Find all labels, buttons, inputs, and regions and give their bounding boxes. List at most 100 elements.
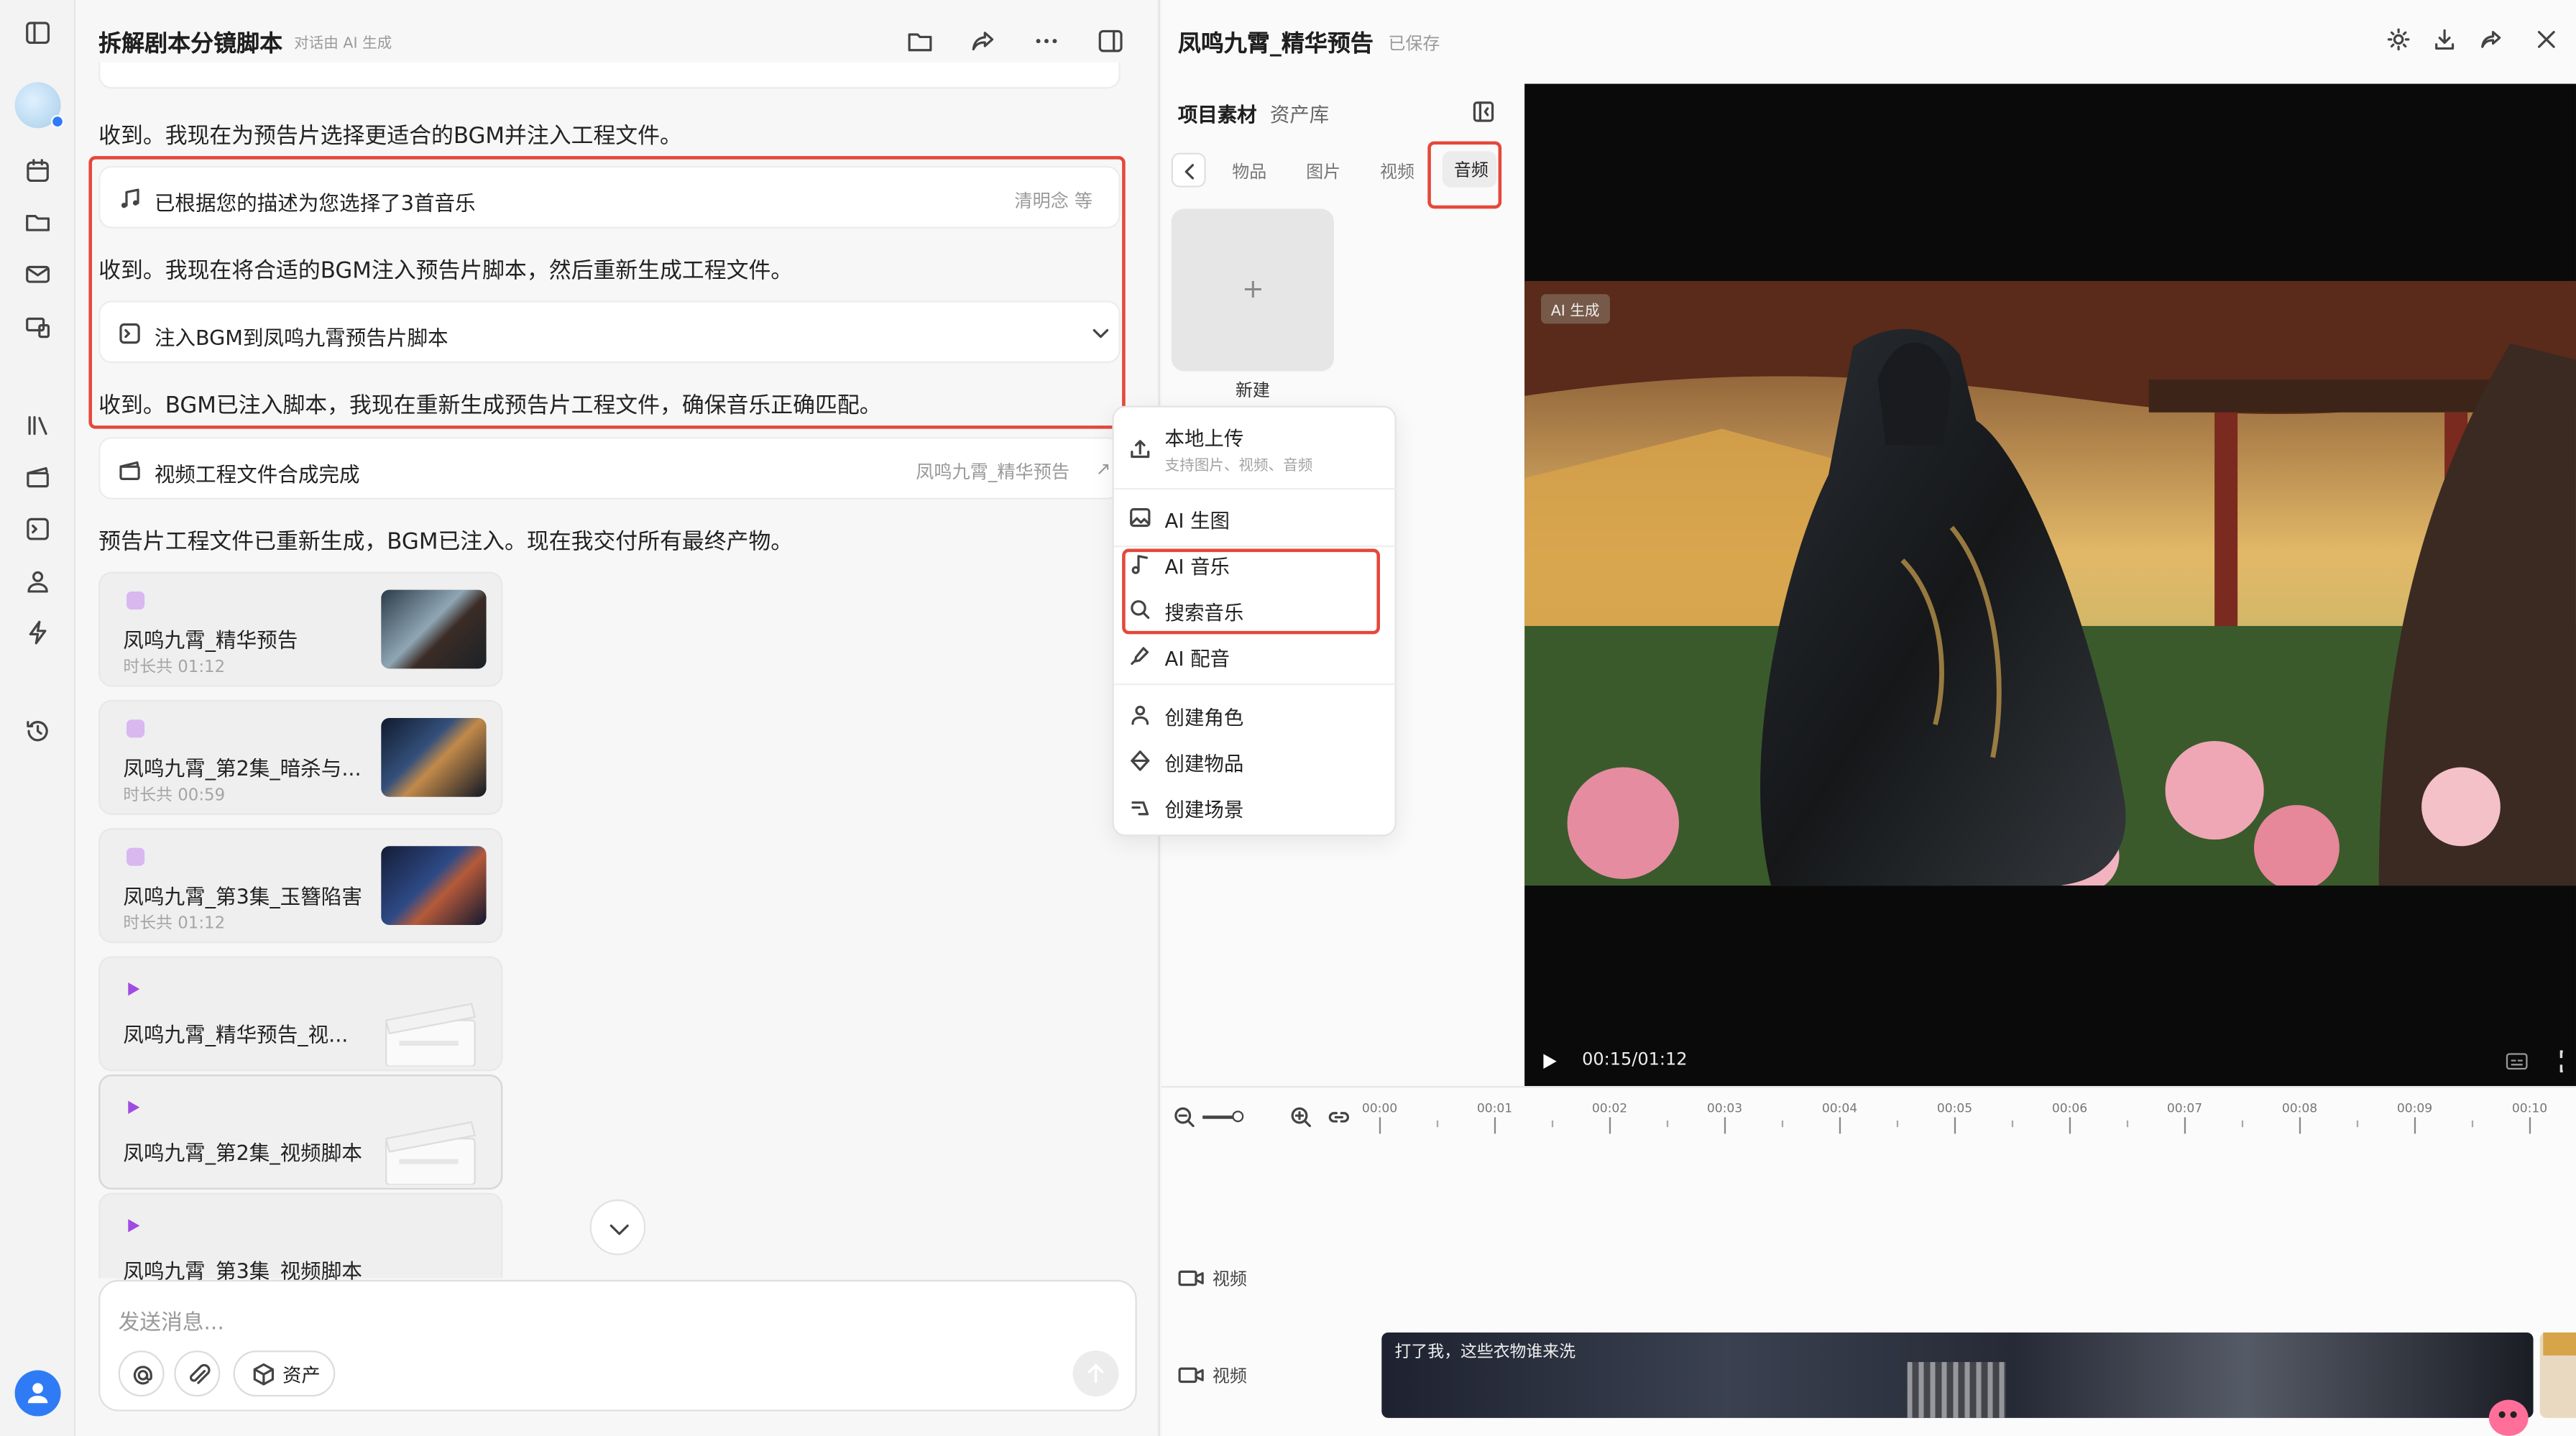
assets-button[interactable]: 资产 xyxy=(233,1350,336,1397)
video-file-icon xyxy=(126,719,145,738)
download-icon[interactable] xyxy=(2432,27,2458,53)
timeline: 00:00 00:01 00:02 00:03 00:04 00:05 00:06 00:07… xyxy=(1161,1086,2576,1436)
chat-subtitle: 对话由 AI 生成 xyxy=(294,36,392,53)
file-card[interactable]: 凤鸣九霄_第2集_暗杀与... 时长共 00:59 xyxy=(98,699,503,815)
more-icon[interactable] xyxy=(1031,27,1061,56)
video-file-icon xyxy=(126,591,145,610)
video-player[interactable]: AI 生成 00:15/01:12 xyxy=(1524,83,2576,1087)
tab-project-assets[interactable]: 项目素材 xyxy=(1178,100,1257,128)
mail-icon[interactable] xyxy=(23,259,52,289)
highlight-box xyxy=(1427,141,1502,209)
attach-button[interactable] xyxy=(174,1350,221,1397)
upload-icon xyxy=(1128,437,1151,460)
close-icon[interactable] xyxy=(2534,27,2560,53)
menu-item-create-character[interactable]: 创建角色 xyxy=(1165,703,1244,731)
assistant-avatar[interactable] xyxy=(14,82,65,129)
tab-videos[interactable]: 视频 xyxy=(1380,160,1414,184)
file-card[interactable]: 凤鸣九霄_精华预告_视... xyxy=(98,956,503,1072)
folder-open-icon[interactable] xyxy=(905,27,934,56)
clip-caption: 打了我，这些衣物谁来洗 xyxy=(1394,1343,1576,1363)
back-button[interactable] xyxy=(1171,152,1206,188)
caption-icon[interactable] xyxy=(2506,1051,2529,1071)
zoom-handle[interactable] xyxy=(1232,1110,1244,1123)
new-asset-tile[interactable]: + xyxy=(1171,208,1334,372)
assistant-message: 预告片工程文件已重新生成，BGM已注入。现在我交付所有最终产物。 xyxy=(98,529,794,556)
clapperboard-thumbnail xyxy=(385,1121,476,1185)
clapper-icon xyxy=(119,459,142,482)
zoom-out-icon[interactable] xyxy=(1173,1105,1196,1128)
file-name: 凤鸣九霄_精华预告_视... xyxy=(123,1021,349,1047)
file-card[interactable]: 凤鸣九霄_第3集_视频脚本 xyxy=(98,1192,503,1283)
script-icon[interactable] xyxy=(23,515,52,544)
collapse-panel-icon[interactable] xyxy=(1472,100,1495,123)
library-icon[interactable] xyxy=(23,411,52,441)
share-icon[interactable] xyxy=(2478,27,2504,53)
lightning-icon[interactable] xyxy=(23,618,52,648)
chat-title: 拆解剧本分镜脚本 xyxy=(98,31,283,58)
share-icon[interactable] xyxy=(967,27,997,56)
play-icon[interactable] xyxy=(1540,1051,1559,1071)
menu-divider xyxy=(1113,683,1399,686)
external-arrow-icon[interactable]: ↗ xyxy=(1096,459,1111,480)
panel-toggle-icon[interactable] xyxy=(1096,27,1126,56)
left-rail xyxy=(0,0,76,1436)
menu-item-create-item[interactable]: 创建物品 xyxy=(1165,749,1244,777)
assistant-message: 收到。我现在为预告片选择更适合的BGM并注入工程文件。 xyxy=(98,123,682,150)
file-card[interactable]: 凤鸣九霄_第3集_玉簪陷害 时长共 01:12 xyxy=(98,828,503,944)
scene-icon xyxy=(1128,795,1151,818)
message-input[interactable]: 发送消息... xyxy=(119,1304,224,1335)
send-button[interactable] xyxy=(1072,1350,1119,1397)
folder-icon[interactable] xyxy=(23,207,52,236)
video-camera-icon xyxy=(1178,1366,1205,1385)
play-icon xyxy=(128,1219,140,1233)
next-clip[interactable] xyxy=(2539,1332,2576,1418)
new-asset-label: 新建 xyxy=(1235,381,1270,401)
file-duration: 时长共 00:59 xyxy=(123,786,226,806)
person-icon xyxy=(1128,703,1151,726)
file-name: 凤鸣九霄_精华预告 xyxy=(123,627,298,653)
tick-label: 00:02 xyxy=(1592,1102,1627,1116)
calendar-icon[interactable] xyxy=(23,156,52,185)
compose-complete-card[interactable]: 视频工程文件合成完成 凤鸣九霄_精华预告 ↗ xyxy=(98,437,1121,500)
clapperboard-thumbnail xyxy=(385,1003,476,1067)
file-card[interactable]: 凤鸣九霄_精华预告 时长共 01:12 xyxy=(98,571,503,687)
user-avatar[interactable] xyxy=(14,1370,61,1417)
history-icon[interactable] xyxy=(23,717,52,746)
menu-item-ai-voice[interactable]: AI 配音 xyxy=(1165,644,1230,672)
message-composer[interactable]: 发送消息... 资产 xyxy=(98,1279,1137,1412)
time-display: 00:15/01:12 xyxy=(1582,1049,1688,1070)
tab-asset-library[interactable]: 资产库 xyxy=(1270,100,1329,128)
scroll-down-button[interactable] xyxy=(589,1199,646,1256)
tab-items[interactable]: 物品 xyxy=(1232,160,1266,184)
mascot-icon[interactable] xyxy=(2488,1399,2529,1436)
video-frame: AI 生成 xyxy=(1524,280,2576,886)
tick-label: 00:07 xyxy=(2167,1102,2202,1116)
video-clip[interactable]: 打了我，这些衣物谁来洗 xyxy=(1381,1332,2534,1418)
file-card-selected[interactable]: 凤鸣九霄_第2集_视频脚本 xyxy=(98,1074,503,1190)
file-duration: 时长共 01:12 xyxy=(123,915,226,934)
zoom-in-icon[interactable] xyxy=(1289,1105,1312,1128)
video-camera-icon xyxy=(1178,1269,1205,1288)
link-icon[interactable] xyxy=(1328,1105,1351,1128)
sidebar-toggle-icon[interactable] xyxy=(23,18,52,47)
save-status: 已保存 xyxy=(1388,34,1440,55)
tab-images[interactable]: 图片 xyxy=(1306,160,1340,184)
upload-hint: 支持图片、视频、音频 xyxy=(1164,458,1313,475)
tick-label: 00:01 xyxy=(1477,1102,1512,1116)
menu-item-create-scene[interactable]: 创建场景 xyxy=(1165,795,1244,823)
person-icon[interactable] xyxy=(23,567,52,597)
brightness-icon[interactable] xyxy=(2386,27,2412,53)
clapper-icon[interactable] xyxy=(23,461,52,491)
devices-icon[interactable] xyxy=(23,312,52,341)
next-clip-tag xyxy=(2543,1332,2576,1356)
chat-panel: 拆解剧本分镜脚本 对话由 AI 生成 收到。我现在为预告片选择更适合的BGM并注… xyxy=(75,0,1160,1436)
highlight-box xyxy=(88,156,1126,429)
editor-panel: 凤鸣九霄_精华预告 已保存 项目素材 资产库 物品 图片 视频 音频 + 新建 … xyxy=(1112,0,2576,1436)
plus-icon: + xyxy=(1241,272,1264,304)
mention-button[interactable] xyxy=(118,1350,165,1397)
menu-item-upload[interactable]: 本地上传 xyxy=(1165,424,1244,452)
previous-card xyxy=(98,62,1121,89)
menu-item-ai-image[interactable]: AI 生图 xyxy=(1165,506,1230,534)
project-title: 凤鸣九霄_精华预告 xyxy=(1177,31,1374,58)
fullscreen-icon[interactable] xyxy=(2559,1050,2576,1073)
